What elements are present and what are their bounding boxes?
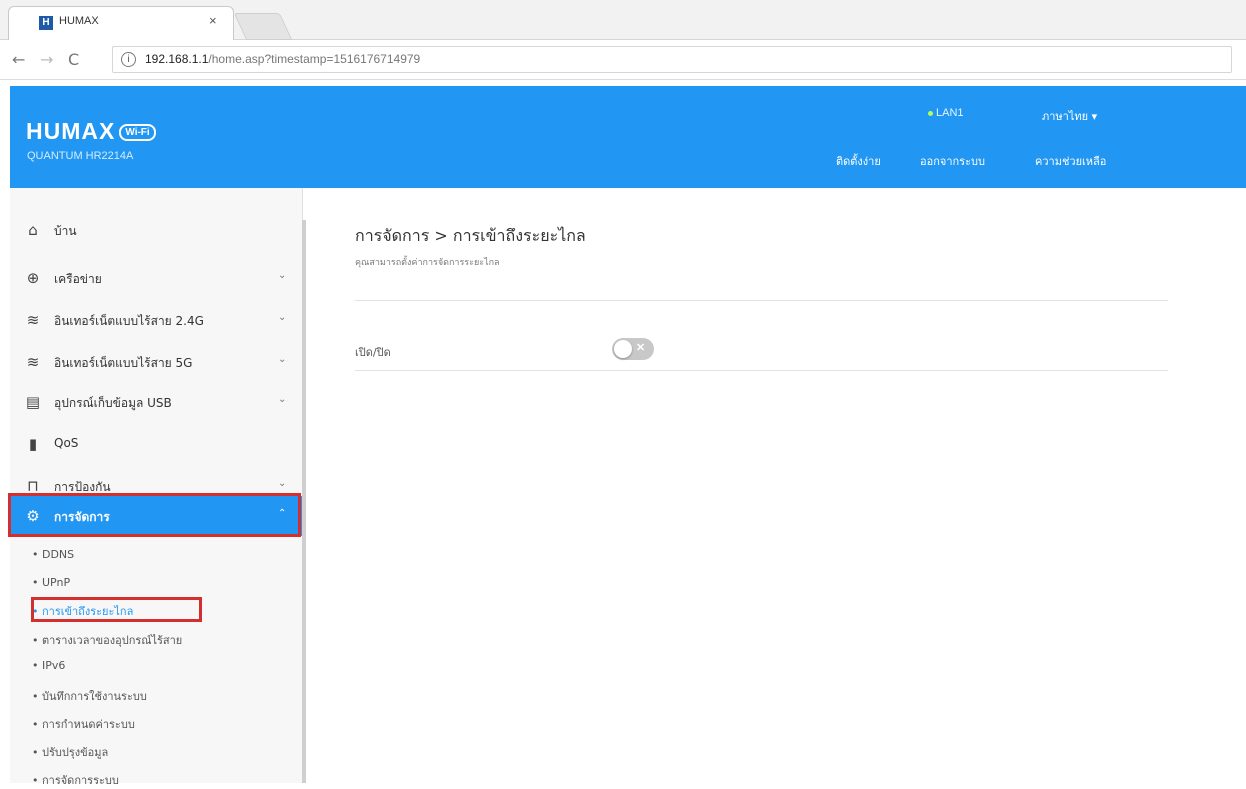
address-bar[interactable]: i 192.168.1.1/home.asp?timestamp=1516176… (112, 46, 1232, 73)
page-title: การจัดการ > การเข้าถึงระยะไกล (355, 226, 586, 245)
sidebar-item-network[interactable]: ⊕ เครือข่าย ⌄ (10, 258, 303, 298)
sidebar-item-label: บ้าน (54, 224, 77, 238)
submenu-item-label: • การกำหนดค่าระบบ (32, 718, 135, 731)
language-selector[interactable]: ภาษาไทย ▾ (1042, 107, 1097, 125)
submenu-item-upnp[interactable]: • UPnP (10, 573, 303, 593)
sidebar-item-wireless-5g[interactable]: ≋ อินเทอร์เน็ตแบบไร้สาย 5G ⌄ (10, 342, 303, 382)
sidebar-item-label: อินเทอร์เน็ตแบบไร้สาย 2.4G (54, 314, 204, 328)
app-header: HUMAX Wi-Fi QUANTUM HR2214A LAN1 ภาษาไทย … (10, 86, 1246, 188)
submenu-item-label: • การจัดการระบบ (32, 774, 119, 787)
chevron-down-icon: ⌄ (278, 478, 287, 489)
browser-tab-bar: H HUMAX × (0, 0, 1246, 40)
lan-status: LAN1 (928, 107, 964, 119)
model-name: QUANTUM HR2214A (27, 150, 134, 162)
submenu-item-wireless-schedule[interactable]: • ตารางเวลาของอุปกรณ์ไร้สาย (10, 628, 303, 648)
easy-setup-link[interactable]: ติดตั้งง่าย (836, 152, 881, 170)
close-icon[interactable]: × (209, 13, 217, 28)
highlight-box-remote-access (31, 597, 202, 622)
wifi-icon: ≋ (26, 311, 40, 329)
reload-icon[interactable]: C (68, 50, 79, 69)
status-dot-icon (928, 110, 933, 116)
bar-chart-icon: ▮ (28, 435, 38, 453)
submenu-item-system-management[interactable]: • การจัดการระบบ (10, 768, 303, 788)
toggle-knob (614, 340, 632, 358)
sidebar-item-home[interactable]: ⌂ บ้าน (10, 210, 303, 250)
submenu-item-ipv6[interactable]: • IPv6 (10, 656, 303, 676)
info-icon[interactable]: i (121, 52, 136, 67)
divider (355, 300, 1168, 301)
highlight-box-management (8, 493, 301, 537)
submenu-item-label: • ปรับปรุงข้อมูล (32, 746, 109, 759)
remote-access-toggle[interactable]: ✕ (612, 338, 654, 360)
sidebar-item-label: อินเทอร์เน็ตแบบไร้สาย 5G (54, 356, 193, 370)
forward-arrow-icon[interactable]: → (40, 50, 53, 69)
humax-logo: HUMAX Wi-Fi (26, 118, 156, 145)
home-icon: ⌂ (28, 221, 38, 239)
submenu-item-label: • DDNS (32, 548, 75, 561)
enable-label: เปิด/ปิด (355, 346, 391, 359)
sidebar-item-usb-storage[interactable]: ▤ อุปกรณ์เก็บข้อมูล USB ⌄ (10, 382, 303, 422)
chevron-down-icon: ⌄ (278, 270, 287, 281)
submenu-item-system-log[interactable]: • บันทึกการใช้งานระบบ (10, 684, 303, 704)
sidebar-item-label: QoS (54, 436, 79, 450)
lan-label: LAN1 (936, 107, 964, 119)
browser-tab[interactable]: H HUMAX × (8, 6, 234, 40)
submenu-item-label: • ตารางเวลาของอุปกรณ์ไร้สาย (32, 634, 183, 647)
logout-link[interactable]: ออกจากระบบ (920, 152, 985, 170)
wifi-badge: Wi-Fi (119, 124, 156, 142)
submenu-item-label: • UPnP (32, 576, 71, 589)
back-arrow-icon[interactable]: ← (12, 50, 25, 69)
chevron-down-icon: ⌄ (278, 312, 287, 323)
url-text: 192.168.1.1/home.asp?timestamp=151617671… (145, 52, 420, 66)
help-link[interactable]: ความช่วยเหลือ (1035, 152, 1106, 170)
humax-favicon-icon: H (39, 16, 53, 30)
chevron-down-icon: ⌄ (278, 394, 287, 405)
url-path: /home.asp?timestamp=1516176714979 (208, 52, 421, 66)
submenu-item-ddns[interactable]: • DDNS (10, 545, 303, 565)
submenu-item-label: • IPv6 (32, 659, 66, 672)
globe-icon: ⊕ (26, 269, 40, 287)
browser-toolbar: ← → C i 192.168.1.1/home.asp?timestamp=1… (0, 40, 1246, 80)
page-subtitle: คุณสามารถตั้งค่าการจัดการระยะไกล (355, 258, 500, 268)
url-host: 192.168.1.1 (145, 52, 209, 66)
sidebar-item-qos[interactable]: ▮ QoS (10, 424, 303, 464)
sidebar-scrollbar[interactable] (302, 220, 306, 783)
chevron-down-icon: ⌄ (278, 354, 287, 365)
submenu-item-label: • บันทึกการใช้งานระบบ (32, 690, 147, 703)
sidebar: ⌂ บ้าน ⊕ เครือข่าย ⌄ ≋ อินเทอร์เน็ตแบบไร… (10, 188, 303, 787)
close-icon: ✕ (636, 342, 646, 354)
sidebar-item-label: อุปกรณ์เก็บข้อมูล USB (54, 396, 172, 410)
new-tab-button[interactable] (233, 13, 293, 40)
tab-title: HUMAX (59, 15, 99, 27)
usb-storage-icon: ▤ (25, 393, 41, 411)
brand-name: HUMAX (26, 118, 116, 144)
wifi-icon: ≋ (26, 353, 40, 371)
sidebar-item-label: เครือข่าย (54, 272, 102, 286)
submenu-item-update[interactable]: • ปรับปรุงข้อมูล (10, 740, 303, 760)
sidebar-item-wireless-24g[interactable]: ≋ อินเทอร์เน็ตแบบไร้สาย 2.4G ⌄ (10, 300, 303, 340)
submenu-item-system-config[interactable]: • การกำหนดค่าระบบ (10, 712, 303, 732)
divider (355, 370, 1168, 371)
